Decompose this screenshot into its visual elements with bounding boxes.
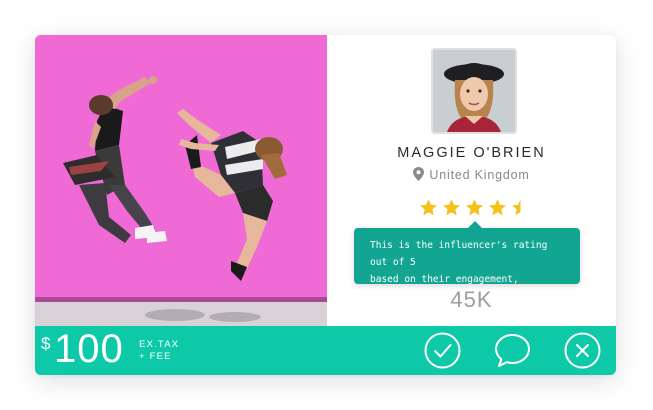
star-icon (488, 198, 507, 217)
star-icon (465, 198, 484, 217)
star-icon (419, 198, 438, 217)
decline-button[interactable] (564, 332, 601, 369)
influencer-name: MAGGIE O'BRIEN (397, 145, 546, 161)
avatar (431, 48, 517, 134)
price-amount: 100 (54, 327, 124, 371)
chat-bubble-icon (495, 334, 530, 367)
tooltip-line-3: and professionalism. (370, 308, 485, 319)
currency-symbol: $ (41, 334, 51, 353)
location-text: United Kingdom (429, 168, 530, 182)
price-action-bar: $ 100 EX.TAX + FEE (35, 326, 616, 375)
price-note: EX.TAX + FEE (139, 339, 199, 363)
check-icon (424, 332, 461, 369)
star-icon (442, 198, 461, 217)
location: United Kingdom (327, 167, 616, 182)
close-icon (564, 332, 601, 369)
map-pin-icon (413, 167, 425, 181)
tooltip-line-2: based on their engagement, activity (370, 274, 519, 302)
half-star-icon (511, 198, 530, 217)
tooltip-arrow (467, 221, 483, 229)
price-note-fee: + FEE (139, 351, 172, 362)
rating-tooltip: This is the influencer's rating out of 5… (354, 221, 580, 319)
influencer-card: MAGGIE O'BRIEN United Kingdom 45K $ 100 … (35, 35, 616, 375)
rating-stars[interactable] (419, 198, 534, 218)
price-note-tax: EX.TAX (139, 339, 180, 350)
message-button[interactable] (494, 332, 531, 369)
influencer-photo (35, 35, 327, 326)
tooltip-line-1: This is the influencer's rating out of 5 (370, 240, 548, 268)
accept-button[interactable] (424, 332, 461, 369)
